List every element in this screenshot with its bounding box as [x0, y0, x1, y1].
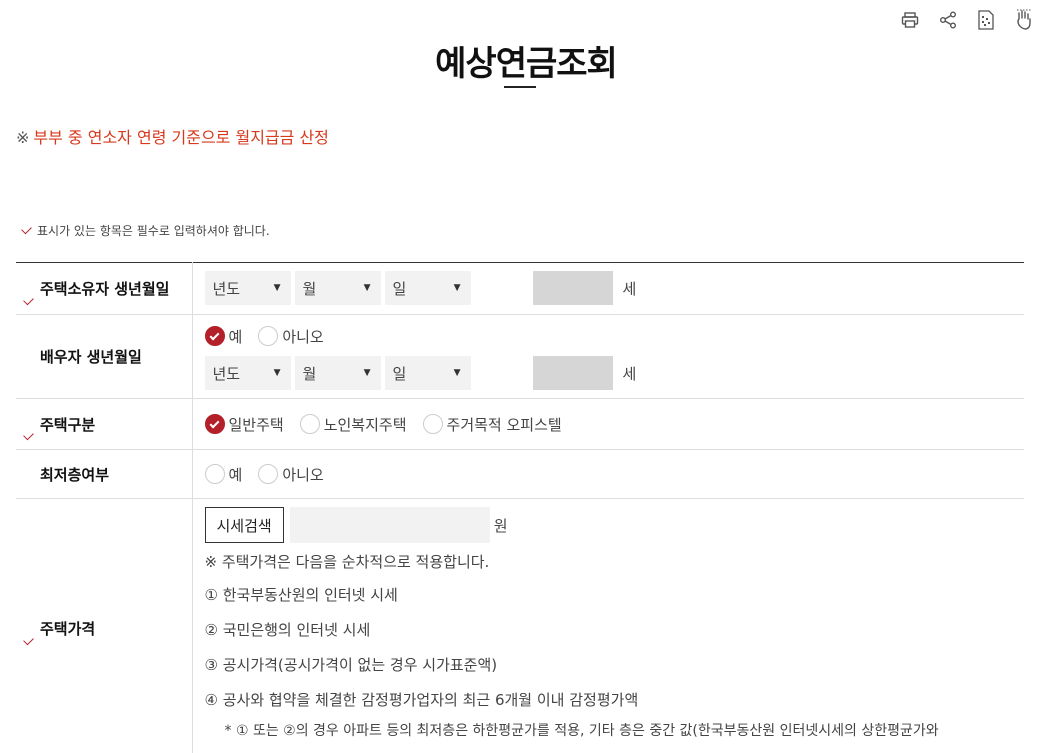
required-note-text: 표시가 있는 항목은 필수로 입력하셔야 합니다. — [37, 224, 270, 238]
radio-empty-icon — [299, 414, 320, 434]
lowest-floor-no-radio[interactable]: 아니오 — [258, 464, 324, 485]
radio-checked-icon — [204, 414, 225, 434]
caret-down-icon: ▼ — [363, 368, 371, 378]
house-type-field: 일반주택 노인복지주택 주거목적 오피스텔 — [192, 398, 1024, 450]
list-item: ② 국민은행의 인터넷 시세 — [204, 621, 371, 639]
house-price-field: 시세검색 원 ※ 주택가격은 다음을 순차적으로 적용합니다. ① 한국부동산원… — [192, 498, 1025, 753]
notice-mark: ※ — [16, 128, 30, 147]
spouse-birth-label-cell: 배우자 생년월일 — [16, 314, 193, 399]
house-type-senior-radio[interactable]: 노인복지주택 — [299, 414, 407, 435]
house-type-general-radio[interactable]: 일반주택 — [204, 414, 284, 435]
spouse-age-output — [532, 356, 613, 390]
radio-empty-icon — [422, 414, 443, 434]
notice-message: 부부 중 연소자 연령 기준으로 월지급금 산정 — [33, 128, 329, 147]
list-item: ① 한국부동산원의 인터넷 시세 — [204, 586, 398, 604]
notice-text: ※ 부부 중 연소자 연령 기준으로 월지급금 산정 — [16, 124, 329, 148]
caret-down-icon: ▼ — [273, 368, 281, 378]
owner-age-output — [532, 271, 613, 305]
list-item: ④ 공사와 협약을 체결한 감정평가업자의 최근 6개월 이내 감정평가액 — [204, 691, 639, 709]
owner-birth-field: 년도 ▼ 월 ▼ 일 ▼ 세 — [192, 262, 1024, 315]
sign-language-icon[interactable] — [1012, 8, 1036, 32]
caret-down-icon: ▼ — [273, 283, 281, 293]
house-price-input[interactable] — [289, 507, 490, 543]
required-check-icon — [23, 424, 34, 442]
share-icon[interactable] — [936, 8, 960, 32]
owner-birth-label-cell: 주택소유자 생년월일 — [16, 262, 193, 315]
print-icon[interactable] — [898, 8, 922, 32]
spouse-month-select[interactable]: 월 ▼ — [294, 356, 381, 390]
required-check-icon — [21, 223, 32, 235]
spouse-day-select[interactable]: 일 ▼ — [384, 356, 471, 390]
price-unit: 원 — [493, 516, 508, 535]
owner-month-select[interactable]: 월 ▼ — [294, 271, 381, 305]
owner-birth-label: 주택소유자 생년월일 — [40, 280, 170, 298]
lowest-floor-yes-radio[interactable]: 예 — [204, 464, 242, 485]
row-lowest-floor: 최저층여부 예 아니오 — [16, 449, 1024, 499]
spouse-year-select[interactable]: 년도 ▼ — [204, 356, 291, 390]
required-check-icon — [23, 629, 34, 647]
page-title: 예상연금조회 — [435, 44, 618, 84]
required-note: 표시가 있는 항목은 필수로 입력하셔야 합니다. — [21, 222, 270, 239]
spouse-no-radio[interactable]: 아니오 — [258, 326, 324, 347]
price-footnote: * ① 또는 ②의 경우 아파트 등의 최저층은 하한평균가를 적용, 기타 층… — [224, 723, 939, 739]
lowest-floor-label: 최저층여부 — [40, 465, 110, 484]
house-type-label-cell: 주택구분 — [16, 398, 193, 450]
spouse-yes-radio[interactable]: 예 — [204, 326, 242, 347]
spouse-birth-label: 배우자 생년월일 — [40, 348, 142, 366]
price-basis-list: ① 한국부동산원의 인터넷 시세 ② 국민은행의 인터넷 시세 ③ 공시가격(공… — [205, 584, 1025, 724]
caret-down-icon: ▼ — [453, 368, 461, 378]
list-item: ③ 공시가격(공시가격이 없는 경우 시가표준액) — [204, 656, 498, 674]
row-spouse-birth: 배우자 생년월일 예 아니오 년도 ▼ 월 ▼ 일 ▼ 세 — [16, 314, 1024, 399]
pension-form: 주택소유자 생년월일 년도 ▼ 월 ▼ 일 ▼ 세 배우자 생년월일 예 아니오 년도… — [16, 262, 1024, 753]
row-house-type: 주택구분 일반주택 노인복지주택 주거목적 오피스텔 — [16, 398, 1024, 450]
lowest-floor-field: 예 아니오 — [192, 449, 1024, 499]
page-toolbar — [898, 8, 1036, 32]
spouse-birth-field: 예 아니오 년도 ▼ 월 ▼ 일 ▼ 세 — [192, 314, 1024, 399]
row-house-price: 주택가격 시세검색 원 ※ 주택가격은 다음을 순차적으로 적용합니다. ① 한… — [16, 498, 1025, 753]
radio-empty-icon — [258, 464, 279, 484]
price-note: ※ 주택가격은 다음을 순차적으로 적용합니다. — [204, 553, 490, 571]
qr-code-icon[interactable] — [974, 8, 998, 32]
required-check-icon — [23, 289, 34, 307]
owner-day-select[interactable]: 일 ▼ — [384, 271, 471, 305]
owner-year-select[interactable]: 년도 ▼ — [204, 271, 291, 305]
caret-down-icon: ▼ — [453, 283, 461, 293]
lowest-floor-label-cell: 최저층여부 — [16, 449, 193, 499]
price-search-button[interactable]: 시세검색 — [204, 507, 284, 543]
house-type-label: 주택구분 — [40, 415, 96, 434]
radio-checked-icon — [204, 326, 225, 346]
radio-empty-icon — [258, 326, 279, 346]
owner-age-unit: 세 — [622, 279, 637, 298]
title-underline — [504, 86, 536, 88]
caret-down-icon: ▼ — [363, 283, 371, 293]
row-owner-birth: 주택소유자 생년월일 년도 ▼ 월 ▼ 일 ▼ 세 — [16, 262, 1024, 315]
house-type-officetel-radio[interactable]: 주거목적 오피스텔 — [422, 414, 562, 435]
spouse-age-unit: 세 — [622, 364, 637, 383]
radio-empty-icon — [204, 464, 225, 484]
house-price-label-cell: 주택가격 — [16, 498, 193, 753]
house-price-label: 주택가격 — [40, 620, 96, 638]
